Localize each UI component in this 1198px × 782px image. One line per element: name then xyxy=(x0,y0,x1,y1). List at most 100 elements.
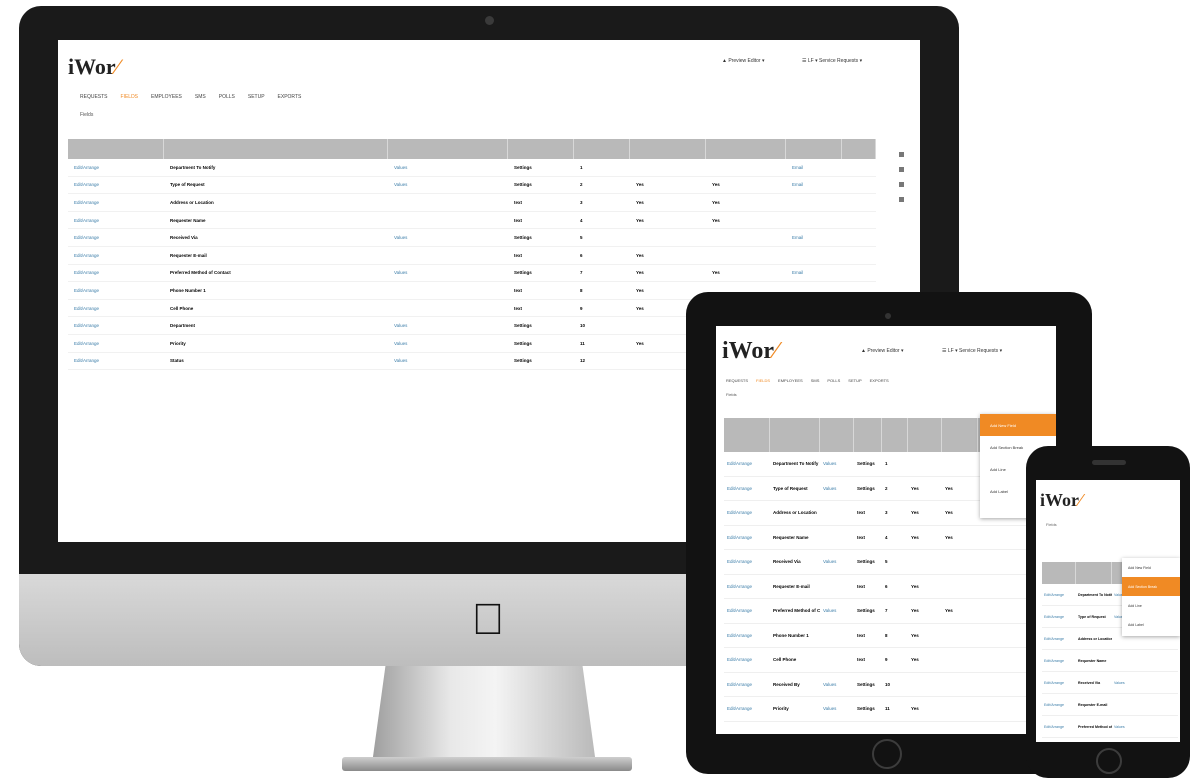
options-link[interactable]: Values xyxy=(820,461,854,466)
edit-arrange-link[interactable]: Edit/Arrange xyxy=(68,182,164,187)
table-row: Edit/Arrange Received Via Values Settings 5 xyxy=(724,550,1054,575)
breadcrumb: Fields xyxy=(726,392,737,397)
tab-setup[interactable]: SETUP xyxy=(848,378,861,383)
edit-arrange-link[interactable]: Edit/Arrange xyxy=(68,200,164,205)
options-link[interactable]: Values xyxy=(820,706,854,711)
edit-arrange-link[interactable]: Edit/Arrange xyxy=(68,288,164,293)
service-menu[interactable]: ☰ LF ▾ Service Requests ▾ xyxy=(802,58,862,64)
toolbar-icon[interactable] xyxy=(898,197,904,202)
options-link[interactable]: Values xyxy=(388,182,508,187)
ipad-camera xyxy=(885,313,891,319)
options-link[interactable]: Values xyxy=(388,165,508,170)
menu-item-add-line[interactable]: Add Line xyxy=(1122,596,1180,615)
edit-arrange-link[interactable]: Edit/Arrange xyxy=(724,706,770,711)
edit-arrange-link[interactable]: Edit/Arrange xyxy=(1042,615,1076,619)
options-link[interactable]: Values xyxy=(820,608,854,613)
options-link[interactable]: Values xyxy=(388,235,508,240)
tab-polls[interactable]: POLLS xyxy=(219,94,235,100)
edit-arrange-link[interactable]: Edit/Arrange xyxy=(68,306,164,311)
order-cell: 6 xyxy=(580,252,583,258)
options-link[interactable]: Values xyxy=(1112,681,1142,685)
edit-arrange-link[interactable]: Edit/Arrange xyxy=(68,323,164,328)
options-link[interactable]: Values xyxy=(820,486,854,491)
service-menu[interactable]: ☰ LF ▾ Service Requests ▾ xyxy=(942,348,1002,354)
tab-sms[interactable]: SMS xyxy=(811,378,820,383)
table-row: Edit/Arrange Cell Phone text 9 Yes xyxy=(724,648,1054,673)
order-cell: 4 xyxy=(885,534,888,540)
edit-arrange-link[interactable]: Edit/Arrange xyxy=(724,584,770,589)
required-cell: Yes xyxy=(911,632,919,638)
edit-arrange-link[interactable]: Edit/Arrange xyxy=(724,535,770,540)
app-logo[interactable]: iWor⁄ xyxy=(722,338,778,365)
edit-arrange-link[interactable]: Edit/Arrange xyxy=(1042,725,1076,729)
field-name-cell: Requester Name xyxy=(1078,658,1107,663)
notify-link[interactable]: Email xyxy=(786,270,842,275)
notify-link[interactable]: Email xyxy=(786,235,842,240)
shown-cell: Yes xyxy=(945,485,953,491)
user-menu[interactable]: ▲ Preview Editor ▾ xyxy=(861,348,903,354)
table-row: Edit/Arrange Requester E-mail text 6 Yes xyxy=(68,247,876,265)
header-cell xyxy=(820,418,854,452)
table-row: Edit/Arrange Address or Location text 3 Yes Y… xyxy=(68,194,876,212)
menu-item-add-new-field[interactable]: Add New Field xyxy=(980,414,1056,436)
edit-arrange-link[interactable]: Edit/Arrange xyxy=(1042,681,1076,685)
options-link[interactable]: Values xyxy=(820,682,854,687)
edit-arrange-link[interactable]: Edit/Arrange xyxy=(68,253,164,258)
edit-arrange-link[interactable]: Edit/Arrange xyxy=(724,682,770,687)
edit-arrange-link[interactable]: Edit/Arrange xyxy=(68,358,164,363)
notify-link[interactable]: Email xyxy=(786,165,842,170)
tab-sms[interactable]: SMS xyxy=(195,94,206,100)
edit-arrange-link[interactable]: Edit/Arrange xyxy=(68,218,164,223)
tab-setup[interactable]: SETUP xyxy=(248,94,265,100)
menu-item-add-new-field[interactable]: Add New Field xyxy=(1122,558,1180,577)
edit-arrange-link[interactable]: Edit/Arrange xyxy=(724,633,770,638)
edit-arrange-link[interactable]: Edit/Arrange xyxy=(68,341,164,346)
tab-fields[interactable]: FIELDS xyxy=(121,94,139,100)
notify-link[interactable]: Email xyxy=(786,182,842,187)
field-type-cell: Settings xyxy=(857,559,875,565)
edit-arrange-link[interactable]: Edit/Arrange xyxy=(68,165,164,170)
edit-arrange-link[interactable]: Edit/Arrange xyxy=(724,608,770,613)
edit-arrange-link[interactable]: Edit/Arrange xyxy=(724,559,770,564)
tab-requests[interactable]: REQUESTS xyxy=(726,378,748,383)
options-link[interactable]: Values xyxy=(820,559,854,564)
imac-stand xyxy=(372,666,596,764)
edit-arrange-link[interactable]: Edit/Arrange xyxy=(1042,637,1076,641)
menu-item-add-section-break[interactable]: Add Section Break xyxy=(1122,577,1180,596)
edit-arrange-link[interactable]: Edit/Arrange xyxy=(68,235,164,240)
tab-exports[interactable]: EXPORTS xyxy=(278,94,302,100)
order-cell: 1 xyxy=(580,164,583,170)
options-link[interactable]: Values xyxy=(388,358,508,363)
tab-requests[interactable]: REQUESTS xyxy=(80,94,108,100)
field-type-cell: Settings xyxy=(514,340,532,346)
edit-arrange-link[interactable]: Edit/Arrange xyxy=(724,461,770,466)
options-link[interactable]: Values xyxy=(388,270,508,275)
app-logo[interactable]: iWor⁄ xyxy=(68,54,119,80)
tab-polls[interactable]: POLLS xyxy=(827,378,840,383)
edit-arrange-link[interactable]: Edit/Arrange xyxy=(1042,703,1076,707)
edit-arrange-link[interactable]: Edit/Arrange xyxy=(1042,659,1076,663)
tab-employees[interactable]: EMPLOYEES xyxy=(151,94,182,100)
toolbar-icon[interactable] xyxy=(898,152,904,157)
table-row: Edit/Arrange Department To Notify Values Se… xyxy=(68,159,876,177)
tab-employees[interactable]: EMPLOYEES xyxy=(778,378,803,383)
user-menu[interactable]: ▲ Preview Editor ▾ xyxy=(722,58,764,64)
menu-item-add-label[interactable]: Add Label xyxy=(1122,615,1180,634)
options-link[interactable]: Values xyxy=(388,323,508,328)
edit-arrange-link[interactable]: Edit/Arrange xyxy=(724,510,770,515)
edit-arrange-link[interactable]: Edit/Arrange xyxy=(1042,593,1076,597)
toolbar-icon[interactable] xyxy=(898,182,904,187)
header-cell xyxy=(882,418,908,452)
order-cell: 5 xyxy=(580,235,583,241)
options-link[interactable]: Values xyxy=(1112,725,1142,729)
edit-arrange-link[interactable]: Edit/Arrange xyxy=(68,270,164,275)
header-cell xyxy=(630,139,706,159)
edit-arrange-link[interactable]: Edit/Arrange xyxy=(724,657,770,662)
edit-arrange-link[interactable]: Edit/Arrange xyxy=(724,486,770,491)
required-cell: Yes xyxy=(911,583,919,589)
app-logo[interactable]: iWor⁄ xyxy=(1040,490,1082,511)
tab-exports[interactable]: EXPORTS xyxy=(870,378,889,383)
toolbar-icon[interactable] xyxy=(898,167,904,172)
tab-fields[interactable]: FIELDS xyxy=(756,378,770,383)
options-link[interactable]: Values xyxy=(388,341,508,346)
